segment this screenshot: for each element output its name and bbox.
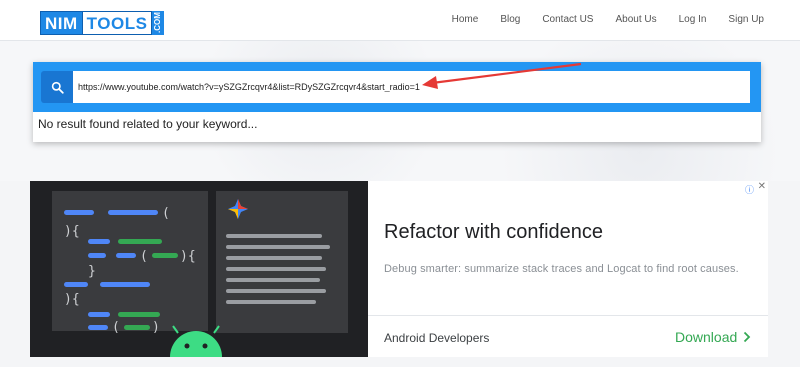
search-icon [51,81,64,94]
nav-contact[interactable]: Contact US [542,0,593,40]
ad-divider [368,315,768,316]
search-input[interactable] [73,71,750,103]
ad-download-label: Download [675,329,738,345]
ad-advertiser[interactable]: Android Developers [384,331,489,345]
svg-text:){: ){ [64,224,80,239]
search-bar [33,62,761,112]
svg-text:){: ){ [64,292,80,307]
site-header: NIM TOOLS .COM Home Blog Contact US Abou… [0,0,800,41]
svg-text:(: ( [112,320,120,335]
logo-part-tools: TOOLS [82,11,153,35]
no-result-message: No result found related to your keyword.… [38,117,258,131]
search-card: No result found related to your keyword.… [33,62,761,142]
code-illustration: ( ){ ( ){ } ){ ( ) [52,191,348,357]
svg-text:){: ){ [180,249,196,264]
site-logo[interactable]: NIM TOOLS .COM [40,11,165,35]
svg-text:}: } [88,264,96,279]
chevron-right-icon [744,331,751,343]
main-nav: Home Blog Contact US About Us Log In Sig… [430,0,764,40]
advertisement[interactable]: ( ){ ( ){ } ){ ( ) Refactor with confide… [30,181,768,357]
ad-description[interactable]: Debug smarter: summarize stack traces an… [384,263,739,275]
nav-login[interactable]: Log In [679,0,707,40]
ad-title[interactable]: Refactor with confidence [384,221,603,244]
search-button[interactable] [41,71,73,103]
ad-download-button[interactable]: Download [675,329,751,345]
nav-about[interactable]: About Us [615,0,656,40]
nav-home[interactable]: Home [452,0,479,40]
logo-suffix: .COM [152,11,165,35]
svg-text:): ) [152,320,160,335]
close-icon[interactable]: ✕ [758,181,766,192]
nav-signup[interactable]: Sign Up [728,0,764,40]
logo-part-nim: NIM [40,11,83,35]
svg-text:(: ( [140,249,148,264]
svg-text:(: ( [162,206,170,221]
nav-blog[interactable]: Blog [500,0,520,40]
ad-image[interactable]: ( ){ ( ){ } ){ ( ) [30,181,368,357]
info-icon[interactable]: ⓘ [745,183,754,196]
